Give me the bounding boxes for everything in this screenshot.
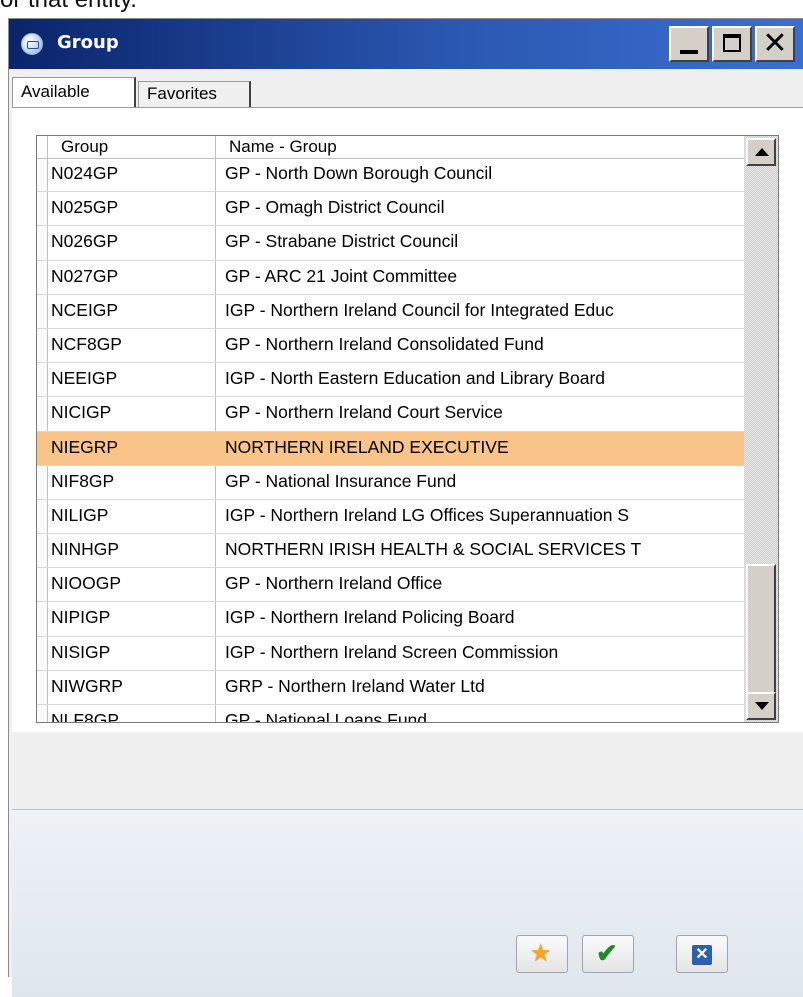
table-row[interactable]: N025GP GP - Omagh District Council — [37, 192, 744, 227]
group-name-cell: IGP - Northern Ireland Policing Board — [225, 607, 515, 628]
table-row[interactable]: NCF8GP GP - Northern Ireland Consolidated… — [37, 329, 744, 364]
group-code-cell: N025GP — [51, 197, 119, 218]
app-icon — [21, 33, 43, 55]
checkmark-icon: ✔ — [596, 938, 618, 968]
cancel-button[interactable]: ✕ — [676, 935, 728, 973]
title-bar[interactable]: Group ✕ — [9, 19, 803, 69]
group-name-cell: IGP - Northern Ireland Screen Commission — [225, 641, 559, 662]
group-code-cell: NIOOGP — [51, 573, 122, 594]
group-name-cell: IGP - North Eastern Education and Librar… — [225, 368, 606, 389]
arrow-down-icon — [755, 702, 769, 710]
table-row[interactable]: NINHGP NORTHERN IRISH HEALTH & SOCIAL SER… — [37, 534, 744, 569]
group-code-cell: N024GP — [51, 163, 119, 183]
close-icon: ✕ — [762, 26, 788, 61]
table-row[interactable]: NIOOGP GP - Northern Ireland Office — [37, 568, 744, 603]
table-row[interactable]: NEEIGP IGP - North Eastern Education and … — [37, 363, 744, 398]
maximize-button[interactable] — [712, 26, 752, 62]
arrow-up-icon — [755, 148, 769, 156]
column-header-group[interactable]: Group — [61, 136, 108, 158]
group-code-cell: NIPIGP — [51, 607, 111, 628]
group-name-cell: NORTHERN IRISH HEALTH & SOCIAL SERVICES … — [225, 539, 642, 560]
group-name-cell: NORTHERN IRELAND EXECUTIVE — [225, 436, 509, 457]
vertical-scrollbar[interactable] — [744, 136, 778, 722]
maximize-icon — [723, 34, 741, 52]
group-code-cell: NCF8GP — [51, 333, 122, 354]
group-grid: Group Name - Group N024GP GP - North Down… — [36, 135, 779, 723]
tab-available[interactable]: Available — [12, 77, 136, 107]
table-row[interactable]: NIWGRP GRP - Northern Ireland Water Ltd — [37, 671, 744, 705]
group-name-cell: IGP - Northern Ireland Council for Integ… — [225, 299, 614, 320]
minimize-icon — [680, 50, 698, 54]
group-name-cell: GP - Northern Ireland Consolidated Fund — [225, 333, 544, 354]
group-code-cell: NIF8GP — [51, 470, 115, 491]
minimize-button[interactable] — [669, 26, 709, 62]
group-code-cell: NCEIGP — [51, 299, 119, 320]
table-row[interactable]: N026GP GP - Strabane District Council — [37, 226, 744, 261]
ok-button[interactable]: ✔ — [582, 935, 634, 973]
scroll-down-button[interactable] — [746, 692, 776, 720]
group-name-cell: GP - Northern Ireland Office — [225, 573, 443, 594]
table-row[interactable]: NIPIGP IGP - Northern Ireland Policing Bo… — [37, 602, 744, 637]
group-code-cell: NIEGRP — [51, 436, 119, 457]
grid-rows: N024GP GP - North Down Borough Council N02… — [37, 158, 744, 723]
group-name-cell: GP - Omagh District Council — [225, 197, 445, 218]
table-row[interactable]: N024GP GP - North Down Borough Council — [37, 158, 744, 193]
table-row[interactable]: NCEIGP IGP - Northern Ireland Council for… — [37, 295, 744, 329]
grid-header: Group Name - Group — [37, 136, 744, 159]
group-code-cell: N026GP — [51, 231, 119, 252]
window-title: Group — [57, 32, 119, 53]
close-icon: ✕ — [692, 945, 712, 965]
add-favorite-button[interactable]: ★ — [516, 935, 568, 973]
close-button[interactable]: ✕ — [755, 26, 795, 62]
tab-favorites[interactable]: Favorites — [138, 81, 251, 107]
group-name-cell: GRP - Northern Ireland Water Ltd — [225, 675, 485, 696]
table-row[interactable]: NICIGP GP - Northern Ireland Court Servic… — [37, 397, 744, 432]
group-name-cell: GP - ARC 21 Joint Committee — [225, 265, 458, 286]
table-row[interactable]: N027GP GP - ARC 21 Joint Committee — [37, 261, 744, 295]
table-row[interactable]: NIF8GP GP - National Insurance Fund — [37, 466, 744, 500]
group-code-cell: N027GP — [51, 265, 119, 286]
group-name-cell: GP - National Loans Fund — [225, 710, 428, 723]
group-code-cell: NLF8GP — [51, 710, 120, 723]
group-code-cell: NILIGP — [51, 504, 109, 525]
column-header-name[interactable]: Name - Group — [229, 136, 337, 158]
group-name-cell: GP - National Insurance Fund — [225, 470, 457, 491]
group-code-cell: NINHGP — [51, 539, 120, 560]
scroll-thumb[interactable] — [746, 564, 776, 694]
group-name-cell: IGP - Northern Ireland LG Offices Supera… — [225, 504, 630, 525]
table-row[interactable]: NIEGRP NORTHERN IRELAND EXECUTIVE — [37, 431, 744, 466]
group-name-cell: GP - North Down Borough Council — [225, 163, 493, 183]
group-code-cell: NIWGRP — [51, 675, 123, 696]
background-caption: or that entity. — [0, 0, 137, 14]
scroll-up-button[interactable] — [746, 138, 776, 166]
star-icon: ★ — [530, 940, 552, 967]
group-code-cell: NEEIGP — [51, 368, 118, 389]
group-name-cell: GP - Strabane District Council — [225, 231, 459, 252]
group-code-cell: NISIGP — [51, 641, 111, 662]
table-row[interactable]: NLF8GP GP - National Loans Fund — [37, 705, 744, 723]
table-row[interactable]: NILIGP IGP - Northern Ireland LG Offices … — [37, 500, 744, 535]
group-name-cell: GP - Northern Ireland Court Service — [225, 402, 503, 423]
group-code-cell: NICIGP — [51, 402, 112, 423]
table-row[interactable]: NISIGP IGP - Northern Ireland Screen Comm… — [37, 637, 744, 671]
